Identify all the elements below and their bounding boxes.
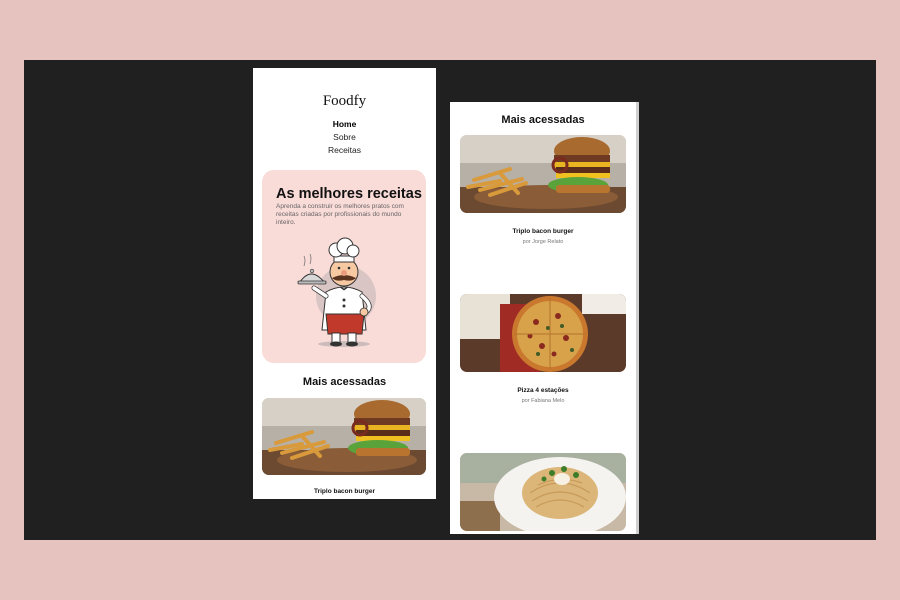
recipe-image-pizza[interactable] <box>460 294 626 372</box>
nav-item-sobre[interactable]: Sobre <box>253 131 436 144</box>
recipe-author: por Jorge Relato <box>522 239 564 245</box>
hero-description: Aprenda a construir os melhores pratos c… <box>276 203 404 226</box>
mobile-screen-home[interactable]: Foodfy Home Sobre Receitas As melhores r… <box>253 68 436 499</box>
presentation-stage: Foodfy Home Sobre Receitas As melhores r… <box>24 60 876 540</box>
main-nav: Home Sobre Receitas <box>253 118 436 157</box>
chef-illustration <box>297 237 376 347</box>
section-title-most-accessed: Mais acessadas <box>302 376 387 388</box>
nav-item-receitas[interactable]: Receitas <box>253 144 436 157</box>
recipe-image-burger[interactable] <box>262 398 426 475</box>
recipe-author: por Fabiana Melo <box>521 398 565 404</box>
recipe-image-burger[interactable] <box>460 135 626 213</box>
mobile-screen-recipes[interactable]: Mais acessadas Triplo bacon burger por J… <box>450 102 639 534</box>
nav-item-home[interactable]: Home <box>253 118 436 131</box>
recipe-title[interactable]: Triplo bacon burger <box>450 228 636 235</box>
section-title-most-accessed: Mais acessadas <box>501 114 585 126</box>
brand-logo[interactable]: Foodfy <box>253 93 436 110</box>
hero-title: As melhores receitas <box>276 186 422 202</box>
recipe-title[interactable]: Triplo bacon burger <box>253 488 436 495</box>
recipe-image-pasta[interactable] <box>460 453 626 531</box>
recipe-title[interactable]: Pizza 4 estações <box>450 387 636 394</box>
hero-banner: As melhores receitas Aprenda a construir… <box>262 170 426 363</box>
